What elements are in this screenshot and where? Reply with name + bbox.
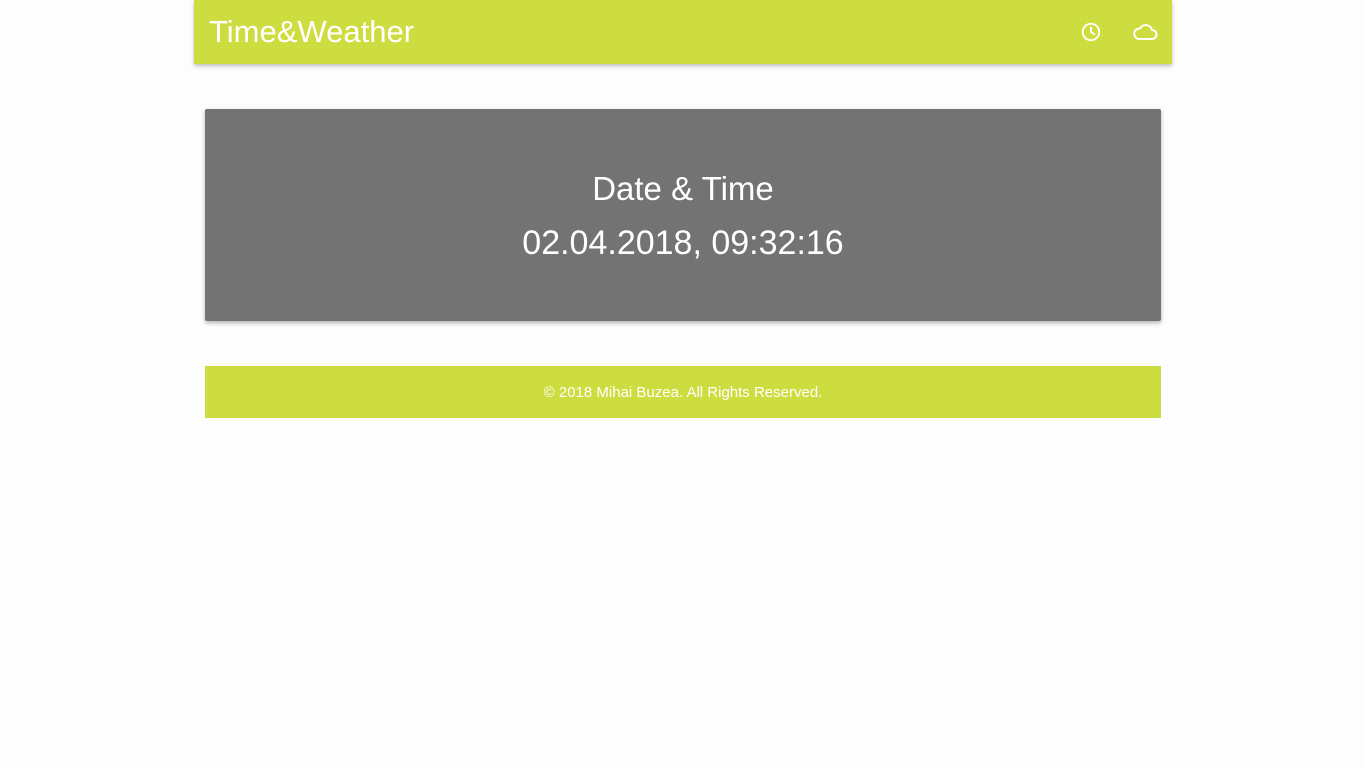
cloud-icon-svg bbox=[1133, 24, 1158, 40]
date-time-value: 02.04.2018, 09:32:16 bbox=[522, 224, 844, 262]
clock-icon[interactable] bbox=[1078, 19, 1104, 45]
nav-icons bbox=[1078, 19, 1158, 45]
cloud-icon[interactable] bbox=[1132, 19, 1158, 45]
brand-logo-link[interactable]: Time&Weather bbox=[209, 0, 414, 64]
page: Time&Weather Date & Time 02.04.2018, 09:… bbox=[0, 0, 1366, 768]
card-title: Date & Time bbox=[592, 170, 774, 207]
footer-copyright: © 2018 Mihai Buzea. All Rights Reserved. bbox=[543, 383, 823, 401]
date-time-card: Date & Time 02.04.2018, 09:32:16 bbox=[205, 109, 1161, 321]
clock-icon-svg bbox=[1081, 22, 1101, 42]
top-navbar: Time&Weather bbox=[194, 0, 1172, 64]
footer: © 2018 Mihai Buzea. All Rights Reserved. bbox=[205, 366, 1161, 418]
